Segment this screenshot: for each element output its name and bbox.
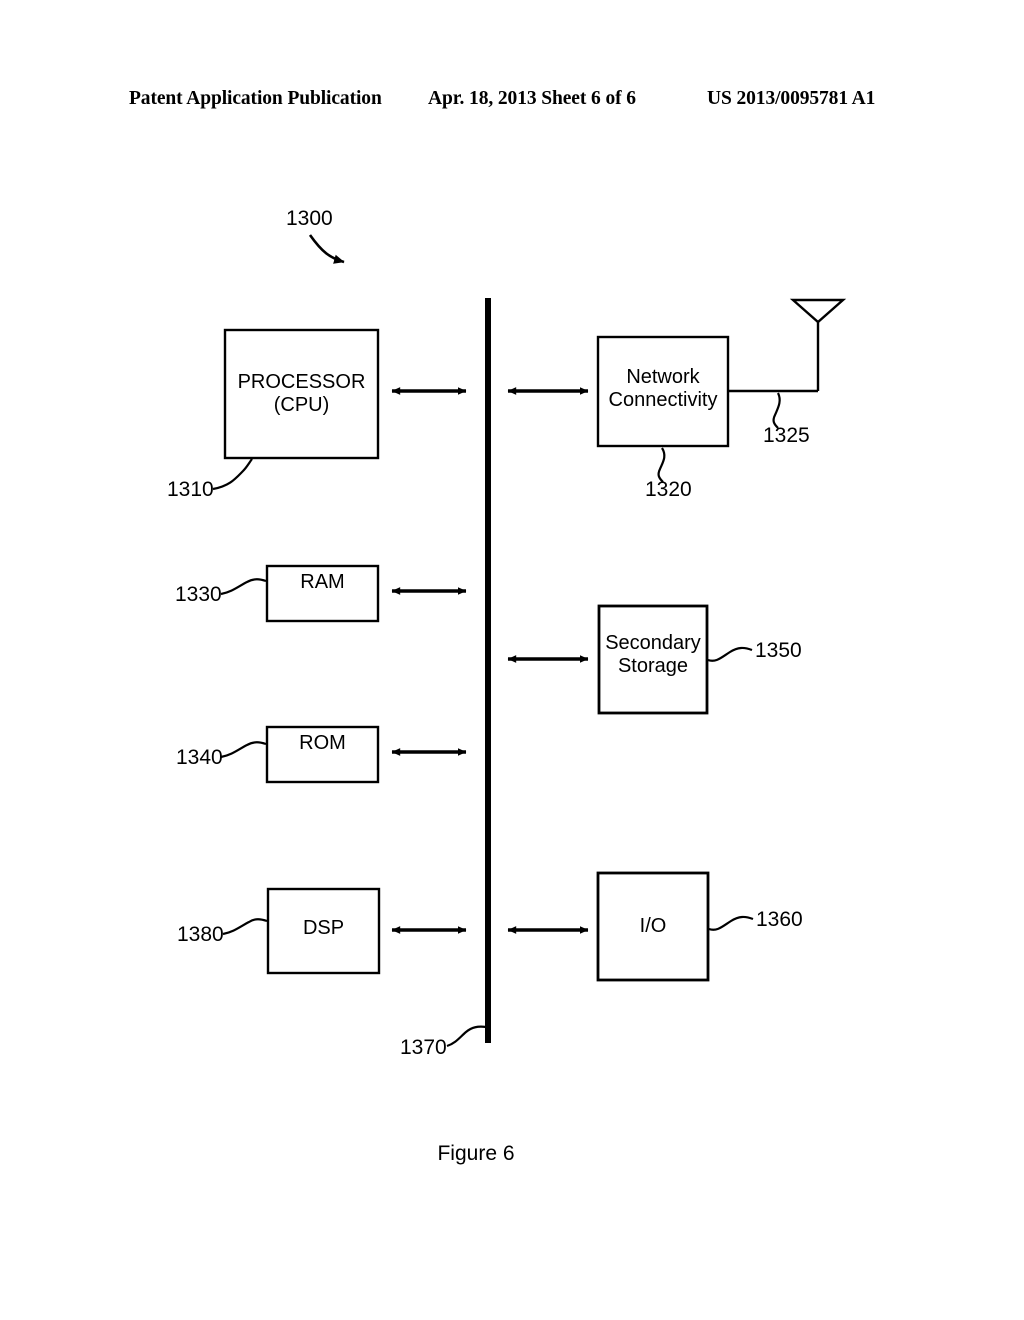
ref-numeral-1370: 1370 bbox=[400, 1036, 447, 1059]
dsp-box-label: DSP bbox=[268, 917, 379, 940]
processor-box-label: PROCESSOR (CPU) bbox=[225, 371, 378, 417]
ref-numeral-1310: 1310 bbox=[167, 478, 214, 501]
leader-1370 bbox=[446, 1025, 487, 1048]
dsp-label: DSP bbox=[302, 917, 345, 939]
leader-1330 bbox=[220, 578, 267, 596]
io-box-label: I/O bbox=[598, 915, 708, 938]
ref-numeral-1380: 1380 bbox=[177, 923, 224, 946]
rom-box-label: ROM bbox=[267, 732, 378, 755]
leader-1360 bbox=[708, 915, 754, 931]
leader-1380 bbox=[222, 918, 268, 936]
leader-1340 bbox=[220, 741, 267, 759]
ram-label: RAM bbox=[300, 571, 345, 593]
ram-box-label: RAM bbox=[267, 571, 378, 594]
network-label-line1: Network bbox=[626, 366, 700, 388]
rom-label: ROM bbox=[299, 732, 346, 754]
network-connectivity-box-label: Network Connectivity bbox=[598, 366, 728, 412]
figure-drawing bbox=[212, 234, 847, 1048]
figure-caption: Figure 6 bbox=[0, 1142, 1024, 1166]
patent-figure: PROCESSOR (CPU) Network Connectivity RAM… bbox=[0, 0, 1024, 1320]
network-label-line2: Connectivity bbox=[608, 389, 718, 411]
processor-label-line2: (CPU) bbox=[273, 394, 330, 416]
antenna-icon bbox=[789, 298, 847, 324]
leader-1310 bbox=[212, 458, 253, 491]
system-ref-arrow bbox=[308, 234, 345, 264]
ref-numeral-1350: 1350 bbox=[755, 639, 802, 662]
ref-numeral-1360: 1360 bbox=[756, 908, 803, 931]
secondary-storage-box-label: Secondary Storage bbox=[599, 632, 707, 678]
figure-caption-text: Figure 6 bbox=[437, 1142, 515, 1165]
processor-label-line1: PROCESSOR bbox=[237, 371, 366, 393]
leader-1350 bbox=[707, 646, 753, 662]
leader-1320 bbox=[657, 447, 666, 483]
io-label: I/O bbox=[639, 915, 667, 937]
ref-numeral-1340: 1340 bbox=[176, 746, 223, 769]
ref-numeral-1330: 1330 bbox=[175, 583, 222, 606]
ref-numeral-1300: 1300 bbox=[286, 207, 333, 230]
ref-numeral-1325: 1325 bbox=[763, 424, 810, 447]
leader-1325 bbox=[772, 392, 781, 429]
secondary-storage-label-line1: Secondary bbox=[605, 632, 701, 654]
ref-numeral-1320: 1320 bbox=[645, 478, 692, 501]
secondary-storage-label-line2: Storage bbox=[617, 655, 689, 677]
